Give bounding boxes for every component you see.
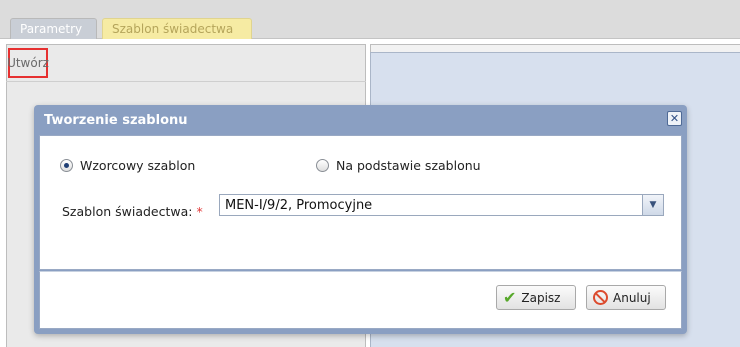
tab-strip: Parametry Szablon świadectwa bbox=[0, 0, 740, 39]
create-button[interactable]: Utwórz bbox=[7, 48, 49, 78]
toolbar-divider bbox=[6, 81, 366, 82]
tab-szablon-swiadectwa[interactable]: Szablon świadectwa bbox=[102, 18, 252, 39]
template-select-value: MEN-I/9/2, Promocyjne bbox=[225, 197, 373, 213]
cancel-button[interactable]: Anuluj bbox=[586, 285, 666, 310]
radio-unselected-icon bbox=[316, 159, 329, 172]
template-select[interactable]: MEN-I/9/2, Promocyjne ▼ bbox=[219, 194, 664, 216]
dialog-title: Tworzenie szablonu bbox=[44, 113, 188, 128]
radio-selected-icon bbox=[60, 159, 73, 172]
cancel-button-label: Anuluj bbox=[613, 290, 651, 305]
chevron-down-icon[interactable]: ▼ bbox=[642, 195, 663, 215]
check-icon: ✔ bbox=[503, 287, 517, 307]
dialog-footer: ✔ Zapisz Anuluj bbox=[39, 271, 682, 329]
save-button[interactable]: ✔ Zapisz bbox=[496, 285, 576, 310]
radio-template[interactable]: Wzorcowy szablon bbox=[60, 158, 195, 173]
tab-parametry[interactable]: Parametry bbox=[10, 18, 97, 39]
cancel-icon bbox=[593, 290, 608, 305]
dialog-body: Wzorcowy szablon Na podstawie szablonu S… bbox=[39, 135, 682, 270]
radio-template-label: Wzorcowy szablon bbox=[80, 158, 196, 173]
required-marker: * bbox=[196, 204, 203, 219]
close-icon[interactable]: ✕ bbox=[667, 111, 682, 126]
template-field-label-text: Szablon świadectwa: bbox=[62, 204, 193, 219]
radio-based-on-label: Na podstawie szablonu bbox=[336, 158, 481, 173]
create-template-dialog: Tworzenie szablonu ✕ Wzorcowy szablon Na… bbox=[34, 105, 687, 334]
save-button-label: Zapisz bbox=[521, 290, 561, 305]
template-field-label: Szablon świadectwa: * bbox=[62, 204, 203, 219]
radio-based-on-template[interactable]: Na podstawie szablonu bbox=[316, 158, 481, 173]
